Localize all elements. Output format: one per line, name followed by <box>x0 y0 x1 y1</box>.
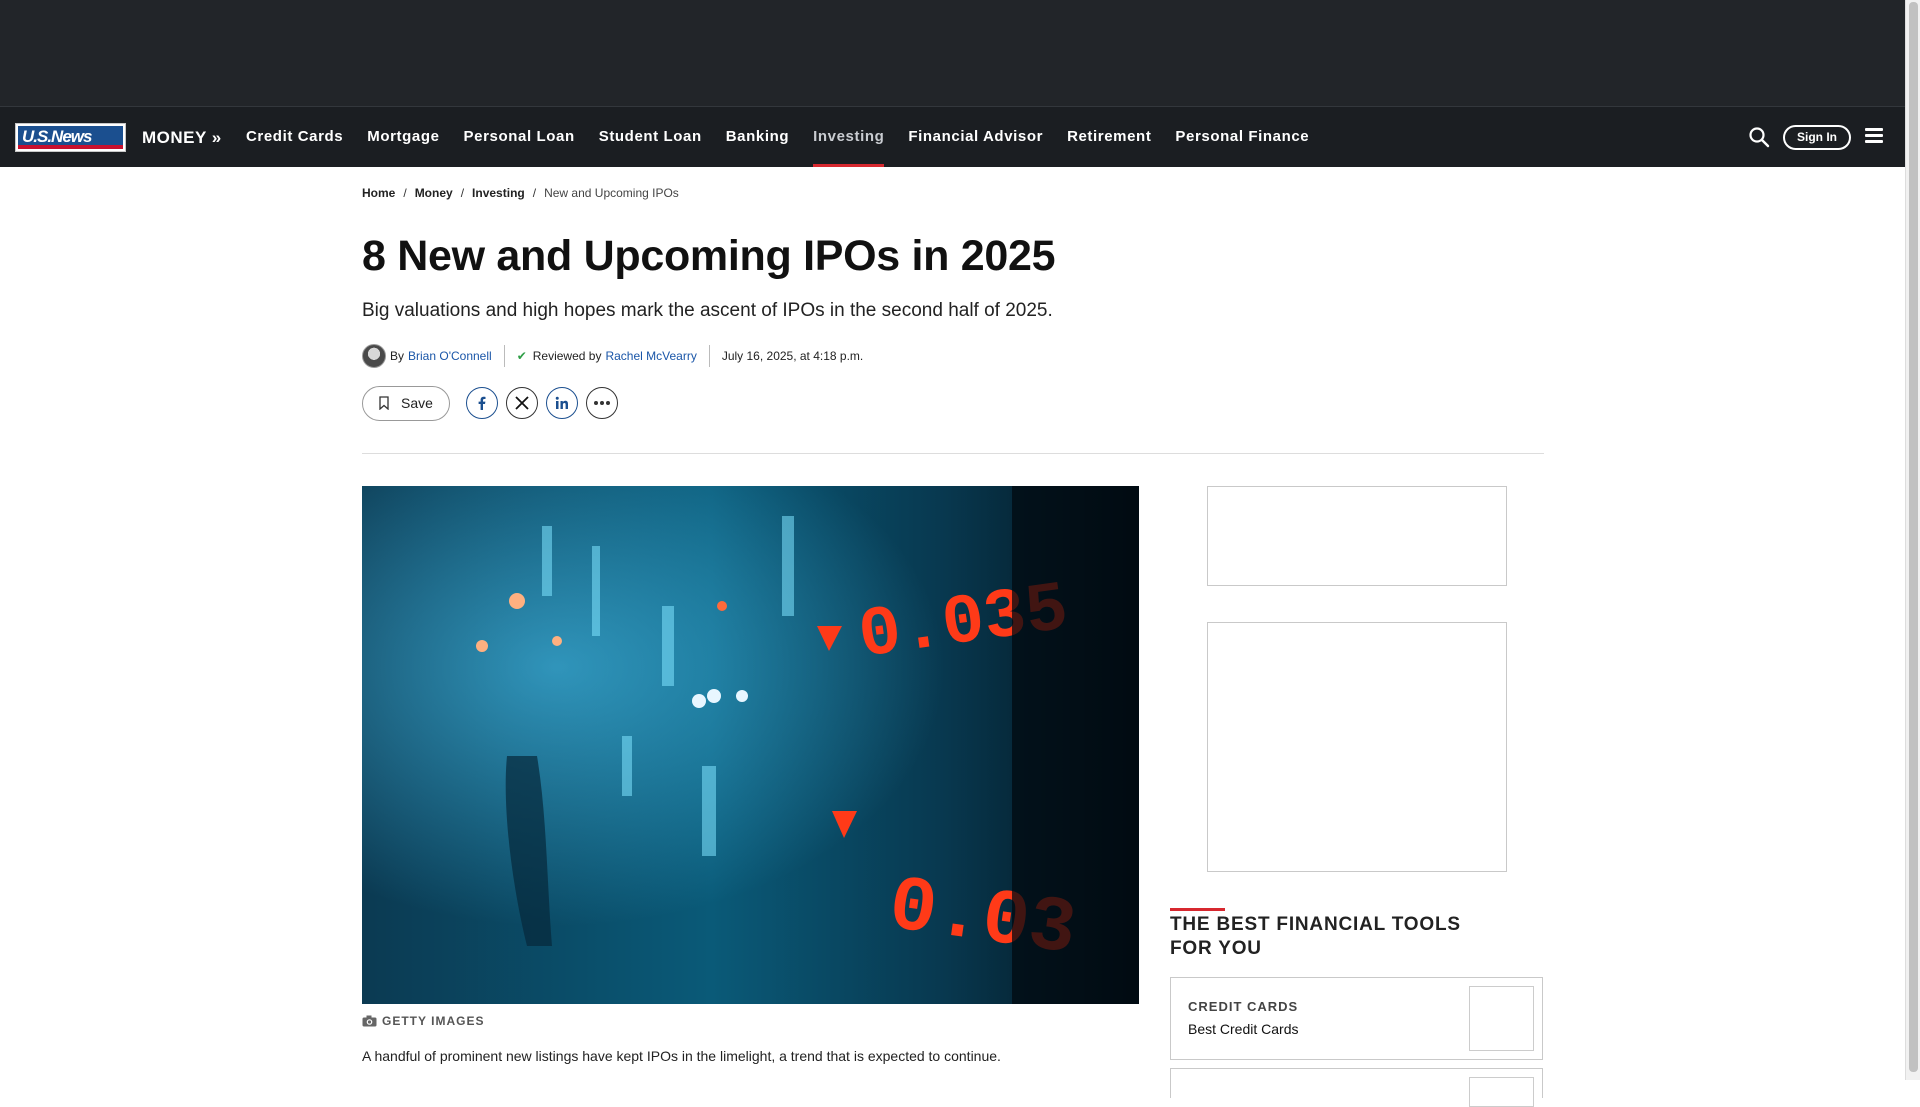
page-scrollbar[interactable] <box>1905 0 1920 1080</box>
article-title: 8 New and Upcoming IPOs in 2025 <box>362 232 1056 280</box>
article-first-paragraph: A handful of prominent new listings have… <box>362 1048 1001 1064</box>
linkedin-icon <box>555 396 568 409</box>
x-share-button[interactable] <box>506 387 538 419</box>
facebook-share-button[interactable] <box>466 387 498 419</box>
nav-item-personal-loan[interactable]: Personal Loan <box>452 107 587 167</box>
tool-card-name[interactable]: Best Credit Cards <box>1188 1021 1298 1037</box>
camera-icon <box>362 1015 377 1027</box>
sidebar-ad-large <box>1207 622 1507 872</box>
x-icon <box>515 396 529 410</box>
usnews-logo[interactable]: U.S.News <box>15 123 126 152</box>
top-ad-banner <box>0 0 1905 106</box>
tool-card-credit-cards[interactable]: CREDIT CARDS Best Credit Cards <box>1170 977 1543 1060</box>
hero-image: 0.035 0.03 <box>362 486 1139 1004</box>
nav-item-financial-advisor[interactable]: Financial Advisor <box>896 107 1055 167</box>
tool-card-thumbnail <box>1469 1077 1534 1107</box>
linkedin-share-button[interactable] <box>546 387 578 419</box>
breadcrumb-home[interactable]: Home <box>362 186 395 200</box>
reviewed-label: Reviewed by <box>532 349 602 363</box>
byline: By Brian O'Connell ✔ Reviewed by Rachel … <box>362 344 863 368</box>
nav-item-banking[interactable]: Banking <box>714 107 801 167</box>
breadcrumb-investing[interactable]: Investing <box>472 186 525 200</box>
section-money-link[interactable]: MONEY » <box>142 128 222 148</box>
nav-item-mortgage[interactable]: Mortgage <box>355 107 451 167</box>
nav-item-personal-finance[interactable]: Personal Finance <box>1163 107 1321 167</box>
byline-divider <box>503 345 505 367</box>
breadcrumb-money[interactable]: Money <box>415 186 453 200</box>
nav-item-retirement[interactable]: Retirement <box>1055 107 1163 167</box>
image-caption: GETTY IMAGES <box>362 1014 484 1028</box>
tool-card-next[interactable] <box>1170 1068 1543 1107</box>
nav-items: Credit Cards Mortgage Personal Loan Stud… <box>246 107 1321 167</box>
more-icon <box>594 401 610 405</box>
nav-item-credit-cards[interactable]: Credit Cards <box>246 107 355 167</box>
caption-text: GETTY IMAGES <box>382 1014 485 1028</box>
more-share-button[interactable] <box>586 387 618 419</box>
nav-item-investing[interactable]: Investing <box>801 107 896 167</box>
breadcrumb: Home / Money / Investing / New and Upcoming IP… <box>362 186 679 200</box>
scrollbar-thumb[interactable] <box>1909 2 1918 1072</box>
article-subtitle: Big valuations and high hopes mark the a… <box>362 300 1053 321</box>
breadcrumb-current: New and Upcoming IPOs <box>544 186 679 200</box>
sign-in-button[interactable]: Sign In <box>1783 125 1851 150</box>
header-divider <box>362 453 1544 454</box>
menu-icon[interactable] <box>1865 128 1883 144</box>
breadcrumb-separator: / <box>460 186 465 200</box>
top-navbar: U.S.News MONEY » Credit Cards Mortgage P… <box>0 106 1905 167</box>
logo-text: U.S.News <box>22 127 92 146</box>
search-icon[interactable] <box>1748 126 1770 148</box>
breadcrumb-separator: / <box>403 186 407 200</box>
facebook-icon <box>478 396 486 410</box>
tool-card-thumbnail <box>1469 986 1534 1051</box>
sidebar-ad-small <box>1207 486 1507 586</box>
breadcrumb-separator: / <box>532 186 537 200</box>
tool-card-category: CREDIT CARDS <box>1188 999 1299 1014</box>
by-label: By <box>390 349 405 363</box>
share-row: Save <box>362 385 626 421</box>
author-link[interactable]: Brian O'Connell <box>408 349 492 363</box>
check-icon: ✔ <box>516 349 527 363</box>
tools-heading: THE BEST FINANCIAL TOOLS FOR YOU <box>1170 914 1461 959</box>
bookmark-icon <box>379 396 389 410</box>
reviewer-link[interactable]: Rachel McVearry <box>605 349 696 363</box>
nav-item-student-loan[interactable]: Student Loan <box>587 107 714 167</box>
save-label: Save <box>401 395 433 411</box>
save-button[interactable]: Save <box>362 385 450 421</box>
byline-divider <box>708 345 710 367</box>
author-avatar[interactable] <box>362 344 386 368</box>
tools-heading-accent <box>1170 908 1225 911</box>
publish-date: July 16, 2025, at 4:18 p.m. <box>721 349 864 363</box>
